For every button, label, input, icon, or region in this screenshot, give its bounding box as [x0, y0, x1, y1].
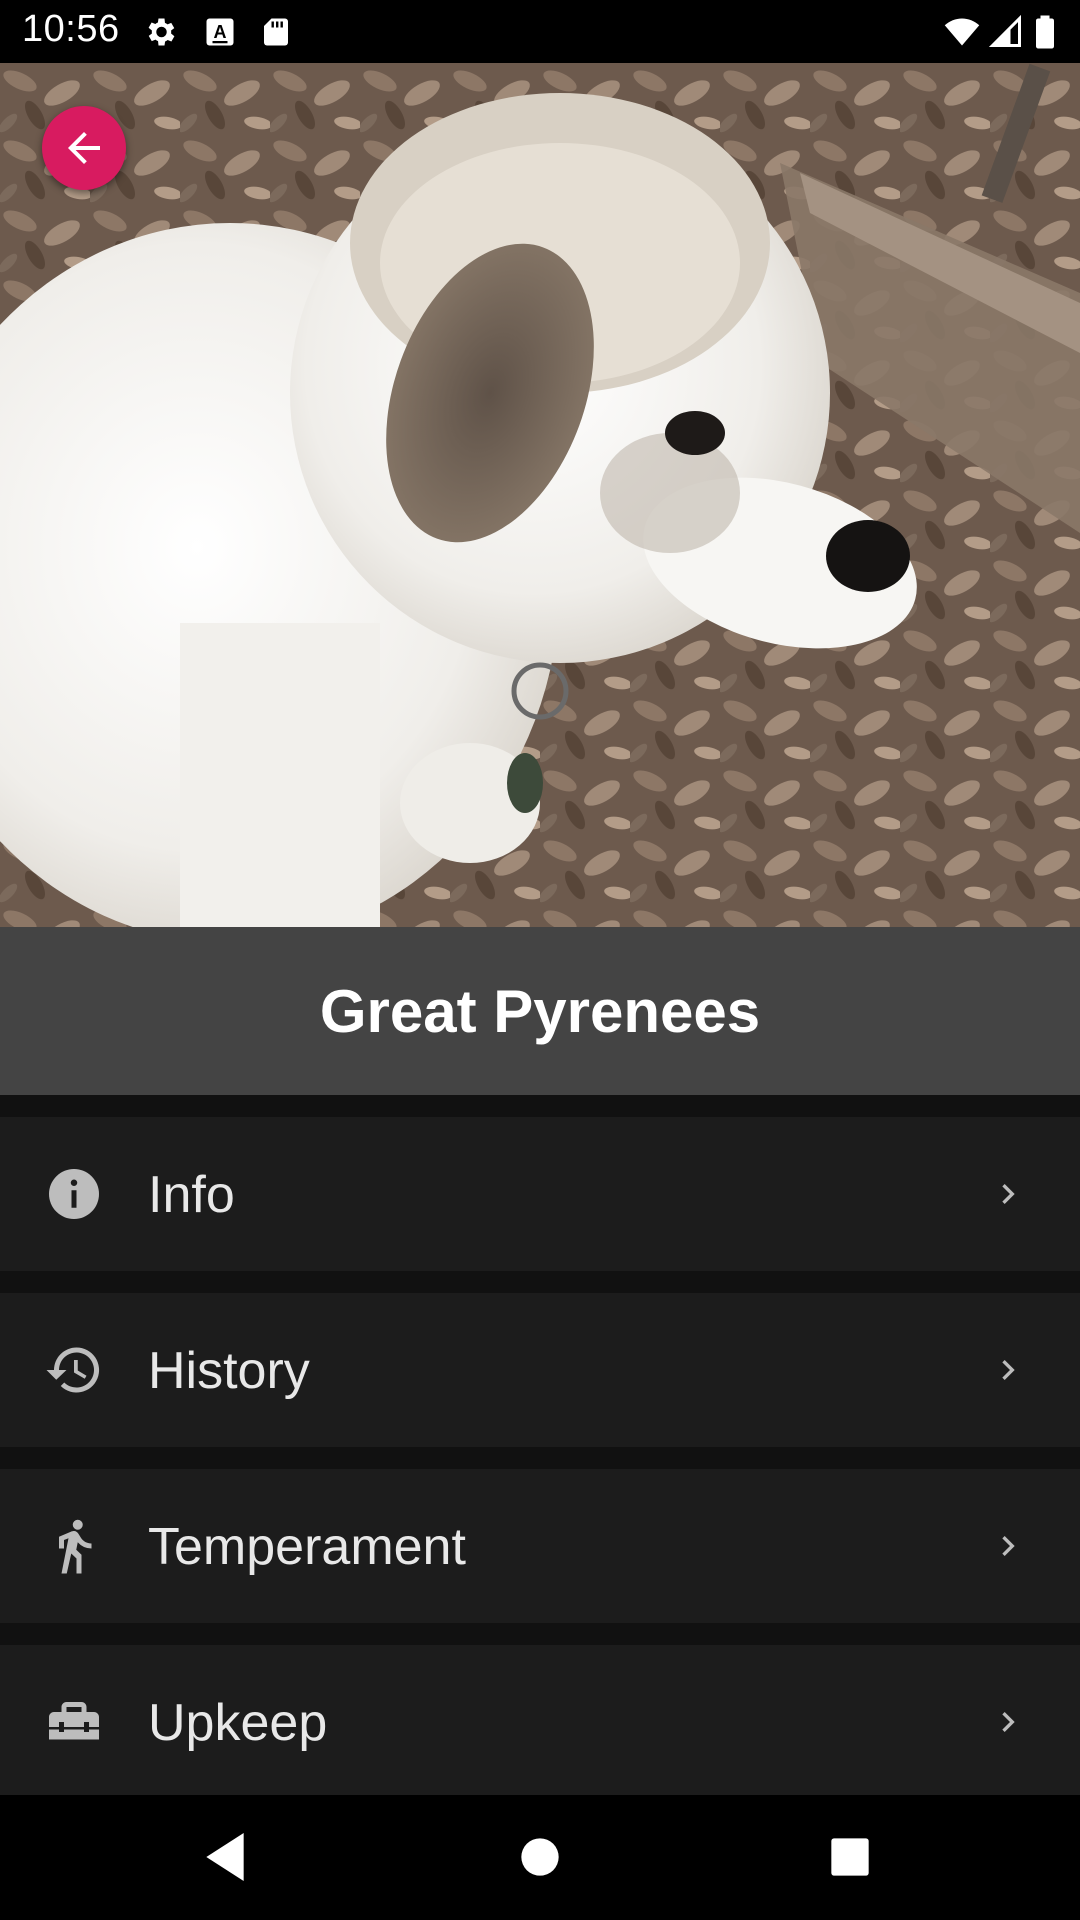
section-item-info[interactable]: Info: [0, 1117, 1080, 1271]
page-title: Great Pyrenees: [319, 977, 761, 1045]
section-list: Info History Temperament Upkeep: [0, 1095, 1080, 1799]
section-item-upkeep[interactable]: Upkeep: [0, 1645, 1080, 1799]
history-icon: [46, 1347, 100, 1393]
status-time: 10:56: [22, 8, 120, 50]
arrow-back-icon: [68, 132, 100, 164]
toolbox-icon: [49, 1702, 99, 1740]
sd-card-icon: [264, 18, 288, 46]
hero-image: [0, 63, 1080, 927]
back-triangle-icon[interactable]: [193, 1825, 257, 1889]
recents-square-icon[interactable]: [818, 1825, 882, 1889]
svg-text:A: A: [214, 22, 227, 42]
section-label: Temperament: [148, 1518, 466, 1576]
keyboard-a-icon: A: [206, 18, 234, 46]
section-label: Upkeep: [148, 1694, 328, 1752]
status-bar: 10:56 A: [0, 0, 1080, 63]
chevron-right-icon: [1002, 1536, 1015, 1556]
info-icon: [49, 1169, 99, 1219]
section-label: Info: [148, 1166, 235, 1224]
section-item-temperament[interactable]: Temperament: [0, 1469, 1080, 1623]
back-button[interactable]: [42, 106, 126, 190]
running-person-icon: [59, 1519, 92, 1574]
dog-photo: [0, 63, 1080, 927]
section-label: History: [148, 1342, 310, 1400]
battery-icon: [1036, 15, 1054, 49]
chevron-right-icon: [1002, 1360, 1015, 1380]
system-nav-bar: [0, 1795, 1080, 1920]
chevron-right-icon: [1002, 1712, 1015, 1732]
wifi-icon: [944, 18, 980, 46]
chevron-right-icon: [1002, 1184, 1015, 1204]
settings-icon: [148, 18, 175, 46]
title-bar: Great Pyrenees: [0, 927, 1080, 1095]
home-circle-icon[interactable]: [508, 1825, 572, 1889]
section-item-history[interactable]: History: [0, 1293, 1080, 1447]
signal-icon: [988, 14, 1021, 47]
